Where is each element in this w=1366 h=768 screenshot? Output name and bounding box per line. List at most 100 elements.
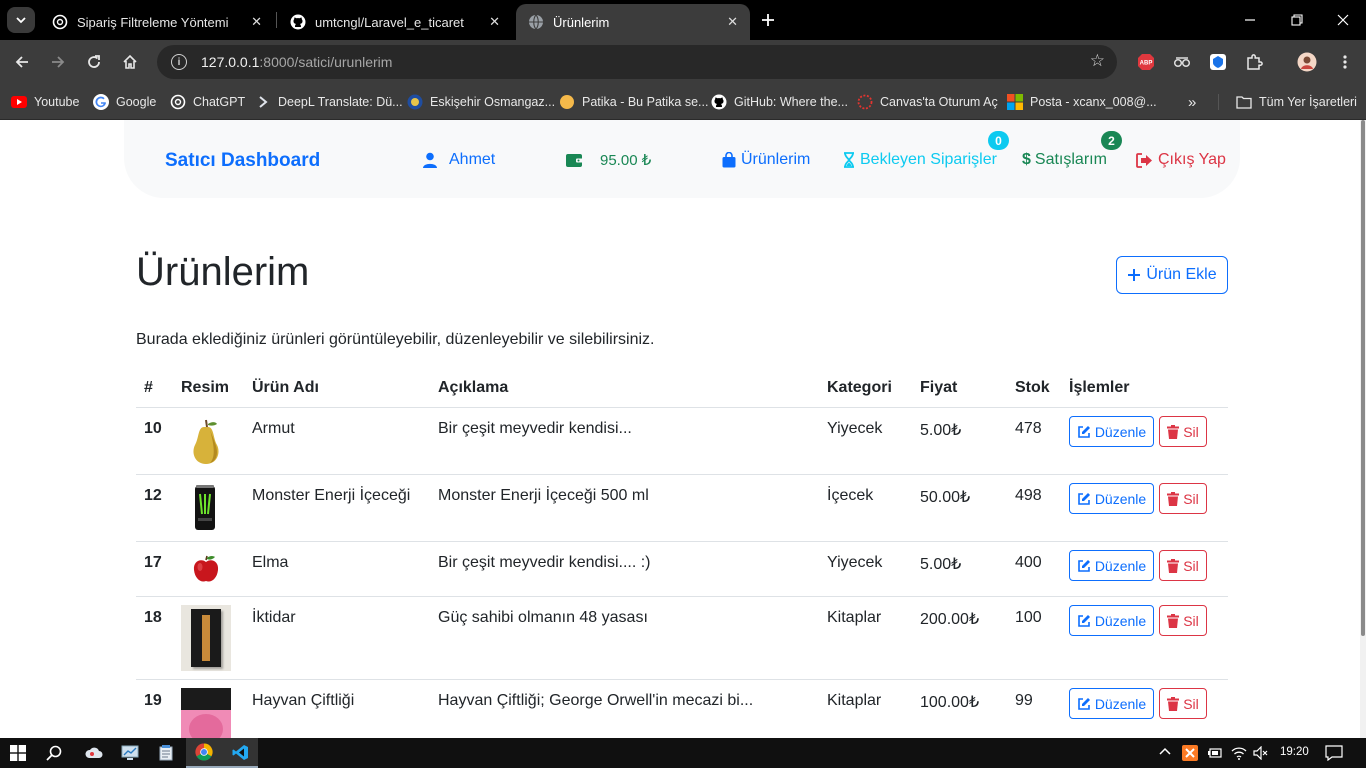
product-stock: 99 <box>1015 692 1033 709</box>
back-button[interactable] <box>10 50 34 74</box>
column-header-actions: İşlemler <box>1069 379 1130 396</box>
bookmark-label: GitHub: Where the... <box>734 95 848 109</box>
product-price: 50.00₺ <box>920 489 971 506</box>
tray-clock[interactable]: 19:20 <box>1280 746 1309 758</box>
tab-search-button[interactable] <box>7 7 35 33</box>
adblock-extension[interactable]: ABP <box>1135 51 1157 73</box>
kebab-menu-icon <box>1343 55 1347 69</box>
edit-button[interactable]: Düzenle <box>1069 688 1154 719</box>
google-icon <box>93 94 109 110</box>
profile-button[interactable] <box>1296 51 1318 73</box>
taskbar-search[interactable] <box>36 738 72 768</box>
more-bookmarks-button[interactable]: » <box>1188 92 1196 112</box>
chevron-up-icon <box>1159 747 1171 755</box>
taskbar-app-chrome[interactable] <box>186 738 222 768</box>
browser-menu-button[interactable] <box>1334 51 1356 73</box>
spy-extension[interactable] <box>1171 51 1193 73</box>
page-title: Ürünlerim <box>136 250 310 294</box>
restore-icon <box>1291 14 1303 26</box>
extension-button[interactable] <box>1207 51 1229 73</box>
tray-battery[interactable] <box>1206 746 1222 763</box>
trash-icon <box>1167 613 1180 628</box>
bookmark-youtube[interactable]: Youtube <box>11 92 79 112</box>
bookmark-outlook[interactable]: Posta - xcanx_008@... <box>1007 92 1157 112</box>
tray-volume[interactable] <box>1253 745 1269 763</box>
url-host: 127.0.0.1 <box>201 54 260 70</box>
book-cover-band <box>181 688 231 710</box>
taskbar-app-notes[interactable] <box>148 738 184 768</box>
all-bookmarks-folder[interactable]: Tüm Yer İşaretleri <box>1236 92 1357 112</box>
bookmark-google[interactable]: Google <box>93 92 156 112</box>
tab-close-icon[interactable]: ✕ <box>489 14 500 30</box>
taskbar-app-vscode[interactable] <box>222 738 258 768</box>
bookmark-canvas[interactable]: Canvas'ta Oturum Aç <box>857 92 998 112</box>
forward-button[interactable] <box>46 50 70 74</box>
bookmark-deepl[interactable]: DeepL Translate: Dü... <box>255 92 403 112</box>
tray-xampp[interactable] <box>1182 745 1198 764</box>
delete-button[interactable]: Sil <box>1159 483 1207 514</box>
sales-badge: 2 <box>1101 131 1122 150</box>
edit-label: Düzenle <box>1094 695 1147 712</box>
tab-close-icon[interactable]: ✕ <box>251 14 262 30</box>
nav-logout[interactable]: Çıkış Yap <box>1136 151 1226 169</box>
nav-pending-orders[interactable]: Bekleyen Siparişler <box>843 151 997 169</box>
tray-notifications[interactable] <box>1325 745 1343 764</box>
bookmark-divider <box>1218 94 1219 110</box>
page-scrollbar[interactable] <box>1360 120 1366 738</box>
edit-button[interactable]: Düzenle <box>1069 483 1154 514</box>
svg-text:ABP: ABP <box>1140 61 1153 67</box>
site-info-icon[interactable]: i <box>171 54 187 70</box>
delete-button[interactable]: Sil <box>1159 416 1207 447</box>
nav-sales-label: Satışlarım <box>1034 151 1107 168</box>
page-description: Burada eklediğiniz ürünleri görüntüleyeb… <box>136 331 655 348</box>
taskbar-app-remote[interactable] <box>76 738 112 768</box>
table-row: 17 Elma Bir çeşit meyvedir kendisi.... :… <box>136 542 1228 597</box>
delete-label: Sil <box>1183 557 1199 574</box>
bookmark-star-icon[interactable]: ☆ <box>1090 51 1105 71</box>
add-product-button[interactable]: Ürün Ekle <box>1116 256 1228 294</box>
tab-close-icon[interactable]: ✕ <box>727 14 738 30</box>
delete-button[interactable]: Sil <box>1159 550 1207 581</box>
close-window-button[interactable] <box>1331 8 1355 32</box>
nav-sales[interactable]: $ Satışlarım <box>1022 151 1107 169</box>
minimize-button[interactable] <box>1238 8 1262 32</box>
browser-tab[interactable]: Sipariş Filtreleme Yöntemi ✕ <box>40 4 274 40</box>
start-button[interactable] <box>0 738 36 768</box>
product-price: 5.00₺ <box>920 422 962 439</box>
tray-wifi[interactable] <box>1231 746 1247 763</box>
bookmark-patika[interactable]: Patika - Bu Patika se... <box>559 92 708 112</box>
nav-pending-orders-label: Bekleyen Siparişler <box>860 151 997 168</box>
product-name: Armut <box>252 420 295 437</box>
bookmark-chatgpt[interactable]: ChatGPT <box>170 92 245 112</box>
cloud-app-icon <box>85 747 103 758</box>
edit-label: Düzenle <box>1094 490 1147 507</box>
browser-tab-active[interactable]: Ürünlerim ✕ <box>516 4 750 40</box>
minimize-icon <box>1245 19 1255 21</box>
reload-button[interactable] <box>82 50 106 74</box>
nav-user[interactable]: Ahmet <box>422 151 495 169</box>
edit-button[interactable]: Düzenle <box>1069 605 1154 636</box>
chevron-down-icon <box>16 17 26 24</box>
taskbar-app-monitor[interactable] <box>112 738 148 768</box>
tray-overflow-chevron-icon[interactable] <box>1158 745 1172 760</box>
bookmark-github[interactable]: GitHub: Where the... <box>711 92 848 112</box>
new-tab-button[interactable] <box>756 8 780 32</box>
delete-button[interactable]: Sil <box>1159 605 1207 636</box>
navbar-brand[interactable]: Satıcı Dashboard <box>165 150 320 172</box>
delete-button[interactable]: Sil <box>1159 688 1207 719</box>
browser-tab[interactable]: umtcngl/Laravel_e_ticaret ✕ <box>278 4 512 40</box>
product-image-book-iktidar <box>181 605 231 671</box>
address-bar[interactable]: i 127.0.0.1:8000/satici/urunlerim ☆ <box>157 45 1117 79</box>
nav-products[interactable]: Ürünlerim <box>722 151 810 169</box>
folder-icon <box>1236 96 1252 109</box>
restore-button[interactable] <box>1285 8 1309 32</box>
edit-button[interactable]: Düzenle <box>1069 416 1154 447</box>
edit-button[interactable]: Düzenle <box>1069 550 1154 581</box>
extensions-menu-button[interactable] <box>1243 51 1265 73</box>
youtube-icon <box>11 96 27 108</box>
scrollbar-thumb[interactable] <box>1361 120 1365 636</box>
home-button[interactable] <box>118 50 142 74</box>
bookmark-label: ChatGPT <box>193 95 246 109</box>
bookmark-university[interactable]: Eskişehir Osmangaz... <box>407 92 555 112</box>
product-price: 5.00₺ <box>920 556 962 573</box>
